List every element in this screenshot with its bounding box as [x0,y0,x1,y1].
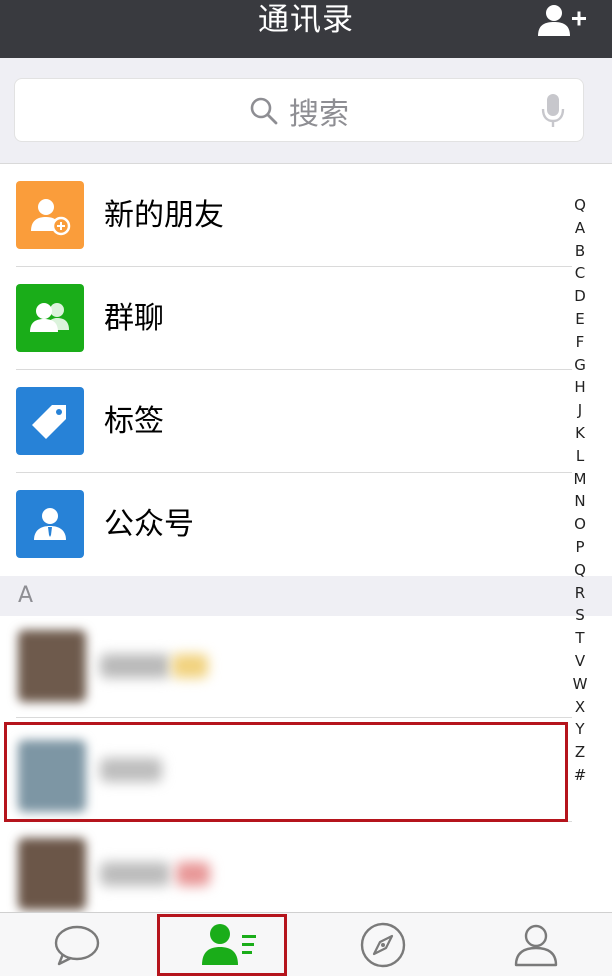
tab-bar [0,912,612,976]
index-letter[interactable]: N [570,490,590,513]
tab-chats[interactable] [0,913,153,976]
index-letter[interactable]: G [570,354,590,377]
search-area: 搜索 [0,58,612,164]
menu-item-label: 群聊 [104,301,164,336]
add-friend-icon [16,181,84,249]
contact-name-blurred [176,862,210,886]
contact-row[interactable] [0,720,612,822]
function-list: 新的朋友 群聊 标签 公众号 [0,164,612,576]
index-letter[interactable]: K [570,422,590,445]
index-letter[interactable]: F [570,331,590,354]
contact-row[interactable] [0,824,612,912]
section-header-a: A [0,576,612,616]
tab-me[interactable] [459,913,612,976]
index-letter[interactable]: V [570,650,590,673]
index-letter[interactable]: Z [570,741,590,764]
add-contact-icon [538,5,586,36]
avatar [18,740,86,812]
contact-name-blurred [100,862,170,886]
menu-item-label: 新的朋友 [104,198,224,233]
index-letter[interactable]: E [570,308,590,331]
menu-item-group-chats[interactable]: 群聊 [0,267,612,370]
avatar [18,630,86,702]
index-letter[interactable]: Y [570,718,590,741]
tag-icon [16,387,84,455]
index-letter[interactable]: S [570,604,590,627]
tab-contacts[interactable] [153,913,306,976]
tab-discover[interactable] [306,913,459,976]
menu-item-label: 公众号 [104,507,194,542]
index-letter[interactable]: M [570,468,590,491]
profile-icon [514,924,557,967]
compass-icon [360,922,405,968]
alphabet-index[interactable]: Q A B C D E F G H J K L M N O P Q R S T V W X Y Z # [570,194,590,787]
page-title: 通讯录 [258,2,354,38]
menu-item-label: 标签 [104,404,164,439]
official-account-icon [16,490,84,558]
microphone-icon[interactable] [541,93,565,129]
contact-row[interactable] [0,616,612,718]
index-letter[interactable]: J [570,399,590,422]
index-letter[interactable]: L [570,445,590,468]
index-letter[interactable]: D [570,285,590,308]
menu-item-new-friends[interactable]: 新的朋友 [0,164,612,267]
index-letter[interactable]: H [570,376,590,399]
contact-name-blurred [100,654,170,678]
menu-item-official-accounts[interactable]: 公众号 [0,473,612,576]
contacts-icon [201,924,256,965]
index-letter[interactable]: W [570,673,590,696]
add-contact-button[interactable] [536,2,588,40]
divider [16,717,572,718]
index-letter[interactable]: T [570,627,590,650]
index-letter[interactable]: A [570,217,590,240]
index-letter[interactable]: B [570,240,590,263]
search-placeholder: 搜索 [289,97,349,132]
chat-bubble-icon [54,925,99,966]
section-letter: A [18,583,34,608]
menu-item-tags[interactable]: 标签 [0,370,612,473]
search-input[interactable]: 搜索 [14,78,584,142]
index-letter[interactable]: # [570,764,590,787]
index-letter[interactable]: P [570,536,590,559]
index-letter[interactable]: C [570,262,590,285]
index-letter[interactable]: O [570,513,590,536]
nav-bar: 通讯录 [0,0,612,58]
index-letter[interactable]: R [570,582,590,605]
contact-name-blurred [172,654,208,678]
group-chat-icon [16,284,84,352]
search-icon [250,97,278,125]
contact-name-blurred [100,758,162,782]
divider [16,821,572,822]
index-letter[interactable]: Q [570,194,590,217]
index-letter[interactable]: X [570,696,590,719]
index-letter[interactable]: Q [570,559,590,582]
avatar [18,838,86,910]
